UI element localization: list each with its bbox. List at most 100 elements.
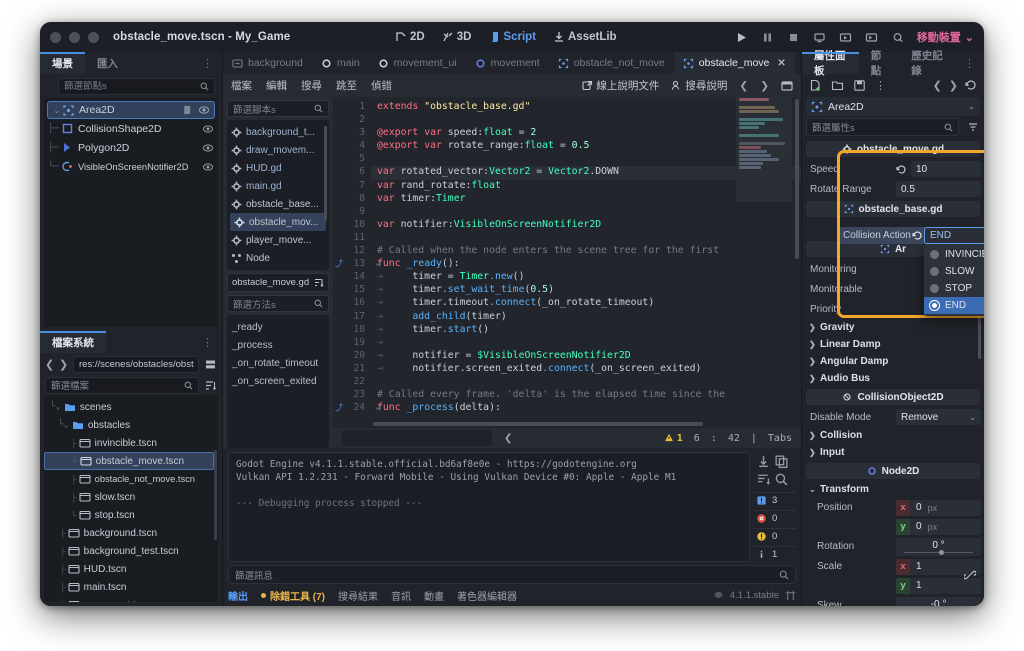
script-nav-forward-icon[interactable]: ❯ [760, 80, 769, 92]
script-filter-box[interactable]: 篩選腳本s [227, 100, 329, 117]
script-menu-goto[interactable]: 跳至 [336, 78, 357, 93]
fs-item-slow[interactable]: ├ slow.tscn [44, 488, 218, 506]
panel-toggle-icon[interactable] [781, 80, 793, 92]
scene-filter-box[interactable] [58, 77, 215, 95]
output-message-count[interactable]: 3 [754, 492, 796, 508]
fs-item-hud[interactable]: ├ HUD.tscn [44, 560, 218, 578]
property-disable-mode[interactable]: Disable Mode Remove ⌄ [805, 407, 981, 427]
scene-filter-input[interactable] [64, 80, 196, 92]
slider-knob[interactable] [938, 549, 944, 555]
fs-item-stop[interactable]: └ stop.tscn [44, 506, 218, 524]
close-window-button[interactable] [50, 31, 61, 43]
stop-icon[interactable] [787, 31, 800, 44]
inspector-filter-box[interactable]: 篩選屬性s [806, 118, 959, 136]
bookmark-icon[interactable]: ⤴ [335, 402, 343, 413]
output-error-count[interactable]: 0 [754, 510, 796, 526]
scene-dock-menu-icon[interactable]: ⋮ [194, 52, 222, 74]
property-rotate-range[interactable]: Rotate Range 0.5 [805, 179, 981, 199]
pause-icon[interactable] [761, 31, 774, 44]
property-rotation[interactable]: Rotation 0 ° [805, 536, 981, 557]
section-angular-damp[interactable]: ❯ Angular Damp [805, 353, 981, 370]
position-y-field[interactable]: y 0 px [896, 518, 981, 535]
script-item-player-move[interactable]: player_move... [227, 231, 329, 249]
output-warning-count[interactable]: 0 [754, 528, 796, 544]
script-menu-file[interactable]: 檔案 [231, 78, 252, 93]
code-line[interactable]: ⇥ add_child(timer) [371, 311, 801, 324]
play-custom-icon[interactable] [865, 31, 878, 44]
chevron-down-icon[interactable]: ⌄ [968, 102, 975, 111]
code-line[interactable]: # Called every frame. 'delta' is the ela… [371, 389, 801, 402]
fs-item-background[interactable]: ├ background.tscn [44, 524, 218, 542]
section-collision[interactable]: ❯ Collision [805, 427, 981, 444]
code-line[interactable]: func _ready(): [371, 258, 801, 271]
output-info-count[interactable]: 1 [754, 546, 796, 562]
code-line[interactable]: ⇥ timer = Timer.new() [371, 271, 801, 284]
menu-2d[interactable]: 2D [395, 31, 425, 43]
close-icon[interactable]: ✕ [777, 58, 785, 69]
filesystem-menu-icon[interactable]: ⋮ [194, 331, 222, 353]
script-nav-back-icon[interactable]: ❮ [739, 80, 748, 92]
history-icon[interactable] [965, 79, 977, 91]
maximize-window-button[interactable] [88, 31, 99, 43]
status-warning-badge[interactable]: 1 [664, 433, 683, 444]
tab-filesystem[interactable]: 檔案系統 [40, 331, 106, 353]
property-sort-icon[interactable] [967, 121, 979, 133]
scene-tab-obstacle-not-move[interactable]: obstacle_not_move [549, 52, 674, 74]
save-resource-icon[interactable] [853, 79, 866, 92]
scene-tab-movement[interactable]: movement [466, 52, 549, 74]
fs-item-scenes[interactable]: └⌄ scenes [44, 398, 218, 416]
methods-filter-box[interactable]: 篩選方法s [227, 295, 329, 312]
bottom-tab-search-results[interactable]: 搜尋結果 [338, 588, 378, 603]
script-item-hud[interactable]: HUD.gd [227, 159, 329, 177]
scene-tab-main[interactable]: main [312, 52, 369, 74]
inspector-menu-icon[interactable]: ⋮ [956, 52, 984, 74]
search-help-button[interactable]: 搜尋說明 [671, 78, 727, 93]
tab-node[interactable]: 節點 [859, 50, 899, 77]
bottom-tab-output[interactable]: 輸出 [228, 588, 248, 603]
rotation-slider[interactable]: 0 ° [896, 537, 981, 556]
script-item-obstacle-move[interactable]: obstacle_mov... [230, 213, 326, 231]
forward-icon[interactable]: ❯ [949, 79, 958, 92]
scene-tree-node-visibleonscreennotifier2d[interactable]: └─ VisibleOnScreenNotifier2D [44, 157, 218, 176]
script-menu-search[interactable]: 搜尋 [301, 78, 322, 93]
inspector-extra-menu-icon[interactable]: ⋮ [875, 79, 886, 92]
scene-tree-node-collisionshape2d[interactable]: ├─ CollisionShape2D [44, 119, 218, 138]
property-value[interactable]: Remove ⌄ [896, 409, 981, 425]
minimize-window-button[interactable] [69, 31, 80, 43]
menu-script[interactable]: Script [488, 31, 536, 43]
fs-item-obstacles[interactable]: └⌄ obstacles [44, 416, 218, 434]
fs-item-invincible[interactable]: ├ invincible.tscn [44, 434, 218, 452]
movie-icon[interactable] [891, 31, 904, 44]
collision-action-dropdown-menu[interactable]: INVINCIBLE SLOW STOP END [924, 244, 984, 316]
script-item-background-t[interactable]: background_t... [227, 123, 329, 141]
method-item[interactable]: _on_rotate_timeout [227, 354, 329, 372]
remote-debug-icon[interactable] [813, 31, 826, 44]
dropdown-option-slow[interactable]: SLOW [924, 263, 984, 280]
split-mode-icon[interactable] [204, 358, 217, 371]
device-selector[interactable]: 移動裝置 ⌄ [917, 29, 974, 45]
link-icon[interactable] [964, 569, 976, 581]
inspector-node-selector[interactable]: Area2D ⌄ [806, 97, 980, 116]
play-scene-icon[interactable] [839, 31, 852, 44]
resize-handle-icon[interactable] [785, 590, 796, 601]
visibility-eye-icon[interactable] [202, 142, 214, 154]
code-line[interactable] [371, 206, 801, 219]
fs-item-movement[interactable]: ├ movement.tscn [44, 596, 218, 602]
bottom-tab-audio[interactable]: 音訊 [391, 588, 411, 603]
open-resource-icon[interactable] [831, 79, 844, 92]
window-controls[interactable] [50, 31, 99, 43]
dropdown-option-invincible[interactable]: INVINCIBLE [924, 246, 984, 263]
code-line[interactable]: ⇥ [371, 337, 801, 350]
script-menu-edit[interactable]: 編輯 [266, 78, 287, 93]
collapse-icon[interactable] [756, 472, 771, 487]
tab-import[interactable]: 匯入 [85, 52, 130, 74]
clear-output-icon[interactable] [756, 454, 771, 469]
code-line[interactable] [371, 232, 801, 245]
bottom-tab-debugger[interactable]: 除錯工具 (7) [261, 588, 325, 603]
output-filter-box[interactable]: 篩選訊息 [228, 565, 796, 584]
visibility-eye-icon[interactable] [198, 104, 210, 116]
menu-assetlib[interactable]: AssetLib [553, 31, 617, 43]
section-transform[interactable]: ⌄ Transform [805, 481, 981, 498]
script-item-draw-movem[interactable]: draw_movem... [227, 141, 329, 159]
new-resource-icon[interactable] [809, 79, 822, 92]
